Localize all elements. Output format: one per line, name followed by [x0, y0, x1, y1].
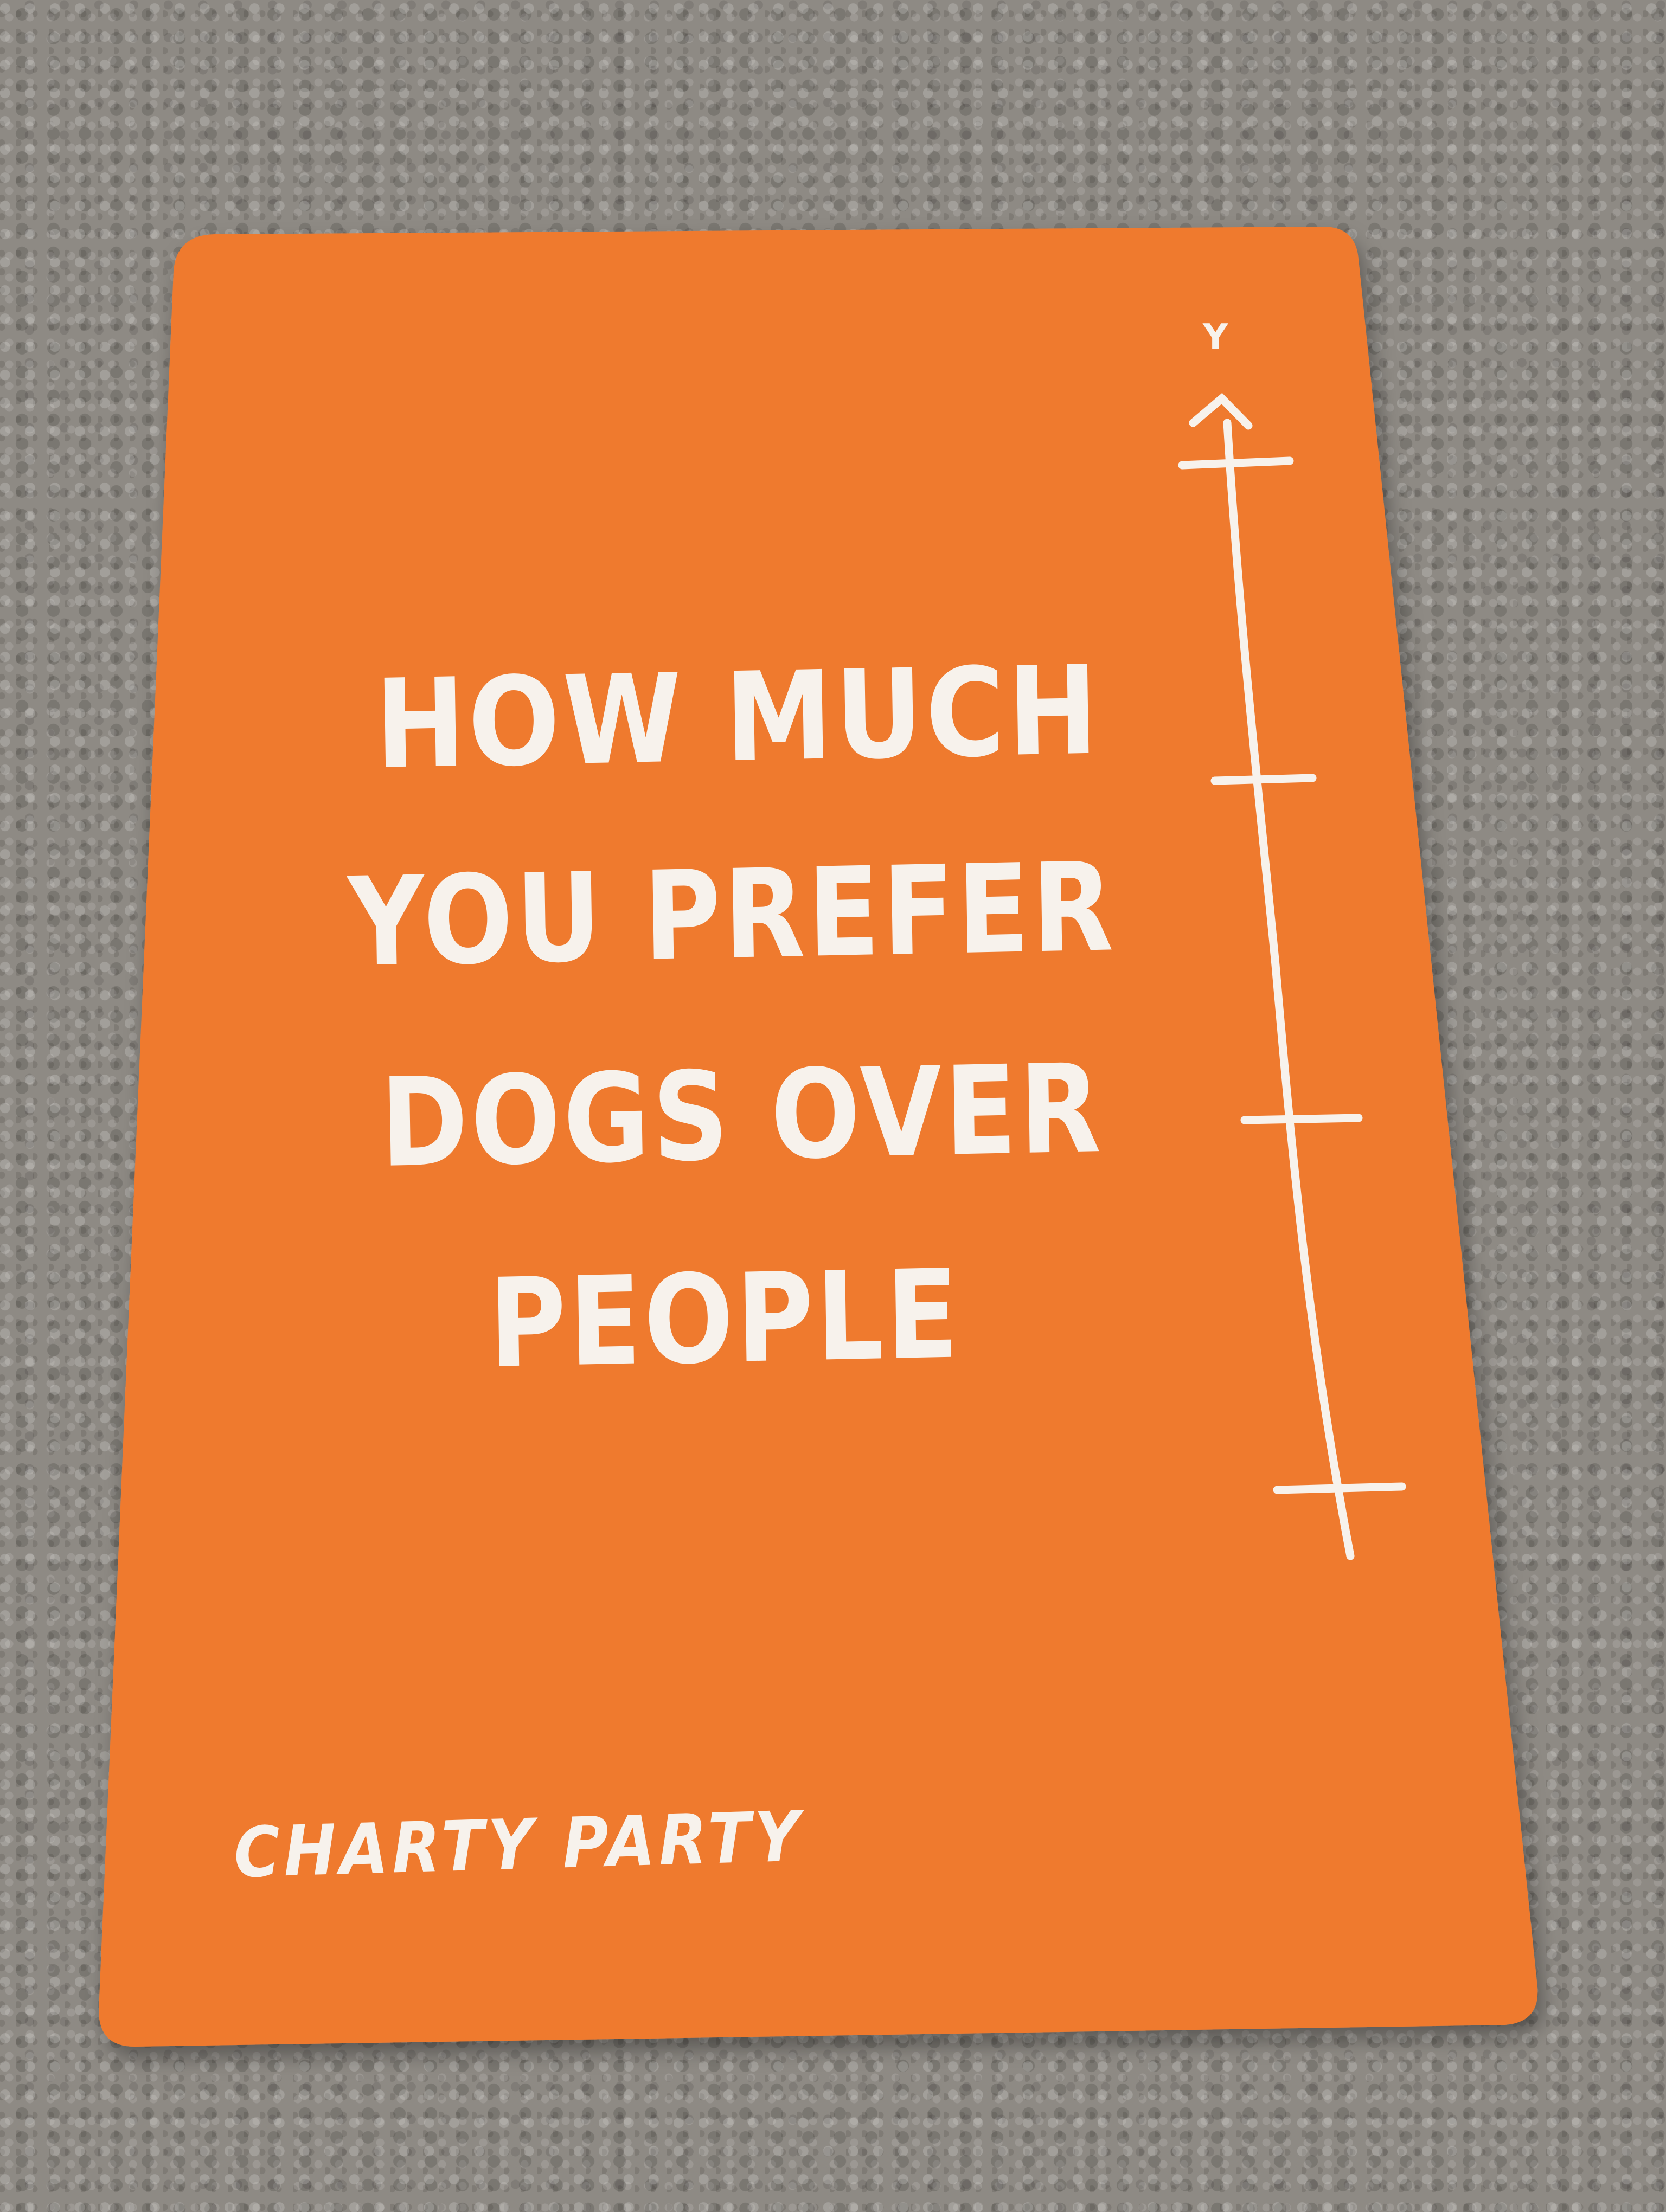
- card-title-line-3: DOGS OVER: [379, 1037, 1105, 1195]
- card-title-line-2: YOU PREFER: [347, 836, 1117, 994]
- y-axis-label: Y: [1203, 317, 1228, 357]
- card-title-line-1: HOW MUCH: [374, 639, 1102, 796]
- card-content: Y HOW MUCH YOU PREFER DOGS OVER PEOPLE C…: [0, 0, 1666, 2212]
- brand-logo-text: CHARTY PARTY: [233, 1796, 805, 1894]
- card-title-line-4: PEOPLE: [488, 1243, 962, 1396]
